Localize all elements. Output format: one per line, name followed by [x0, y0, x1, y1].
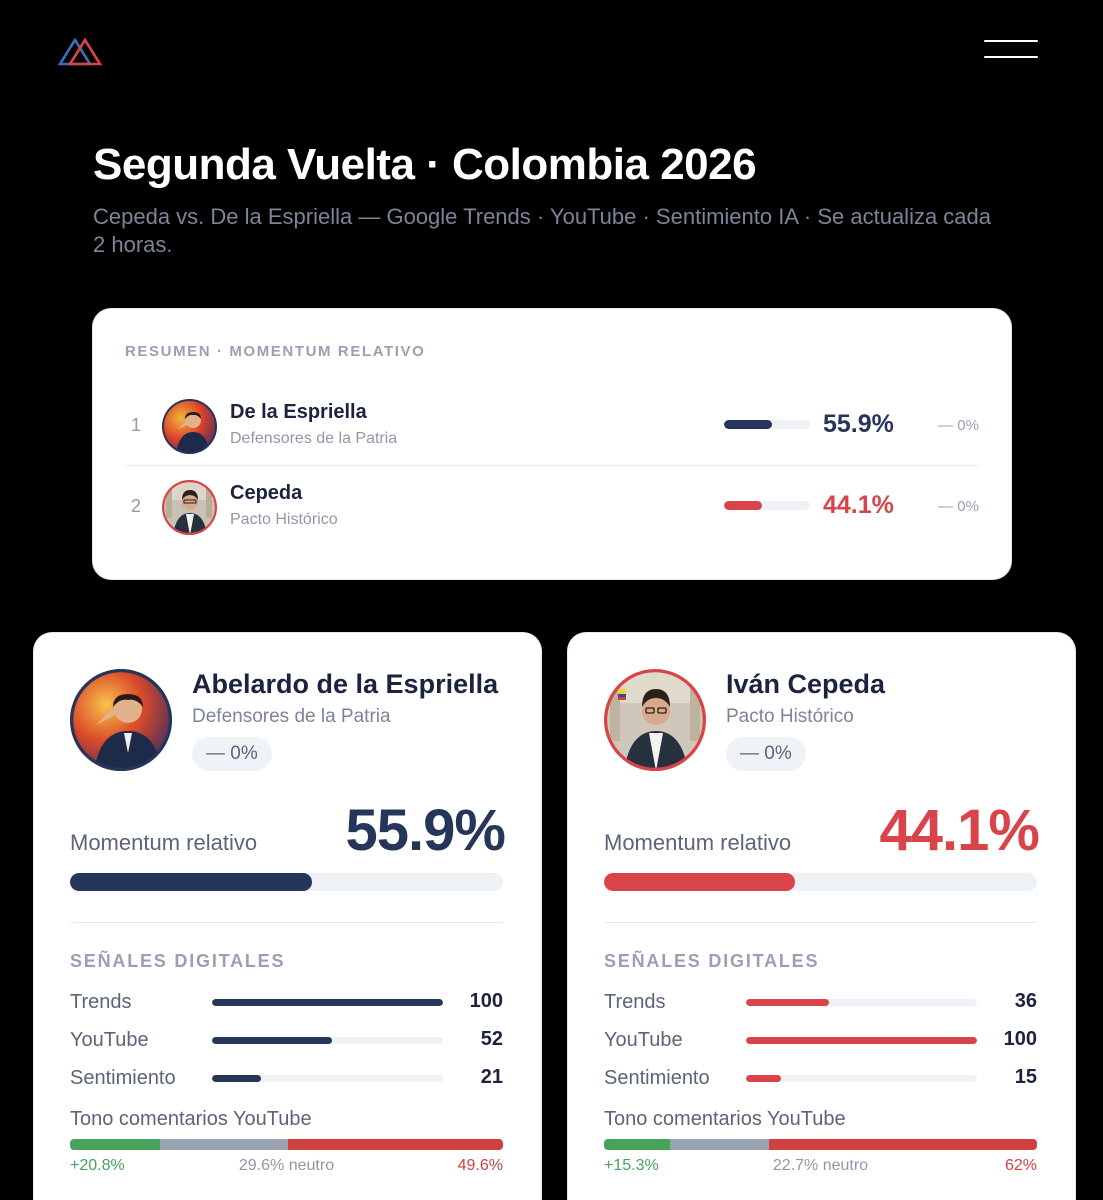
summary-row-espriella[interactable]: 1 De la Espriella Defensores de la Patri…: [125, 386, 979, 466]
candidate-avatar: [604, 669, 706, 771]
signals-heading: SEÑALES DIGITALES: [604, 951, 820, 971]
momentum-label: Momentum relativo: [70, 830, 258, 855]
candidate-party: Pacto Histórico: [726, 706, 854, 727]
momentum-bar: [604, 873, 1037, 891]
signal-label: YouTube: [70, 1029, 149, 1051]
top-bar: [0, 0, 1103, 110]
candidate-name: Abelardo de la Espriella: [192, 669, 499, 699]
candidate-name: Iván Cepeda: [726, 669, 886, 699]
signal-bar: [746, 999, 977, 1006]
tone-label: Tono comentarios YouTube: [70, 1108, 312, 1130]
signal-value: 21: [480, 1066, 503, 1088]
page-subtitle: Cepeda vs. De la Espriella — Google Tren…: [93, 204, 992, 257]
momentum-label: Momentum relativo: [604, 830, 792, 855]
tone-neutral: 29.6% neutro: [238, 1157, 335, 1174]
change-badge: — 0%: [726, 737, 806, 771]
summary-party: Defensores de la Patria: [230, 430, 398, 447]
signal-label: Trends: [604, 991, 666, 1013]
signal-value: 100: [1003, 1028, 1037, 1050]
signal-youtube: YouTube 100: [604, 1027, 1037, 1055]
divider: [70, 922, 503, 923]
momentum-bar: [70, 873, 503, 891]
tone-negative: 49.6%: [457, 1157, 503, 1174]
tone-label: Tono comentarios YouTube: [604, 1108, 846, 1130]
candidate-card-cepeda[interactable]: Iván Cepeda Pacto Histórico — 0% Momentu…: [568, 633, 1075, 1200]
avatar-espriella: [162, 399, 217, 454]
summary-momentum-bar: [724, 420, 810, 429]
signal-label: YouTube: [604, 1029, 683, 1051]
signal-bar: [212, 1037, 443, 1044]
summary-heading: RESUMEN · MOMENTUM RELATIVO: [125, 343, 426, 360]
divider: [604, 922, 1037, 923]
signal-sentimiento: Sentimiento 21: [70, 1065, 503, 1093]
signal-label: Sentimiento: [604, 1067, 710, 1089]
summary-change: — 0%: [938, 498, 979, 515]
tone-neutral-segment: [160, 1139, 289, 1150]
summary-percent: 44.1%: [823, 491, 894, 519]
summary-momentum-bar: [724, 501, 810, 510]
candidate-avatar: [70, 669, 172, 771]
summary-row-cepeda[interactable]: 2 Cepeda Pacto Histórico 44.1% — 0%: [125, 467, 979, 547]
tone-negative-segment: [768, 1139, 1037, 1150]
signal-bar: [746, 1075, 977, 1082]
tone-bar: [604, 1139, 1037, 1150]
momentum-value: 55.9%: [345, 798, 506, 863]
tone-negative: 62%: [1004, 1157, 1037, 1174]
tone-neutral: 22.7% neutro: [772, 1157, 869, 1174]
momentum-value: 44.1%: [879, 798, 1040, 863]
signal-value: 36: [1014, 990, 1037, 1012]
tone-positive-segment: [604, 1139, 671, 1150]
hamburger-menu-icon[interactable]: [984, 38, 1040, 60]
change-badge: — 0%: [192, 737, 272, 771]
signal-label: Sentimiento: [70, 1067, 176, 1089]
signal-trends: Trends 100: [70, 989, 503, 1017]
summary-rank: 1: [131, 415, 142, 435]
tone-neutral-segment: [670, 1139, 769, 1150]
tone-bar: [70, 1139, 503, 1150]
summary-rank: 2: [131, 496, 142, 516]
summary-card: RESUMEN · MOMENTUM RELATIVO 1 De la Espr…: [93, 309, 1011, 579]
summary-name: Cepeda: [230, 482, 303, 504]
tone-positive-segment: [70, 1139, 161, 1150]
signal-label: Trends: [70, 991, 132, 1013]
signal-value: 100: [469, 990, 503, 1012]
summary-party: Pacto Histórico: [230, 511, 338, 528]
summary-percent: 55.9%: [823, 410, 894, 438]
page-title: Segunda Vuelta · Colombia 2026: [93, 140, 757, 189]
signal-bar: [212, 1075, 443, 1082]
tone-negative-segment: [288, 1139, 503, 1150]
summary-name: De la Espriella: [230, 401, 367, 423]
signal-sentimiento: Sentimiento 15: [604, 1065, 1037, 1093]
signal-value: 15: [1014, 1066, 1037, 1088]
signal-youtube: YouTube 52: [70, 1027, 503, 1055]
triangle-logo-icon[interactable]: [56, 36, 104, 66]
candidate-party: Defensores de la Patria: [192, 706, 391, 727]
signal-bar: [212, 999, 443, 1006]
summary-change: — 0%: [938, 417, 979, 434]
candidate-card-espriella[interactable]: Abelardo de la Espriella Defensores de l…: [34, 633, 541, 1200]
avatar-cepeda: [162, 480, 217, 535]
signal-trends: Trends 36: [604, 989, 1037, 1017]
signal-value: 52: [480, 1028, 503, 1050]
signal-bar: [746, 1037, 977, 1044]
signals-heading: SEÑALES DIGITALES: [70, 951, 286, 971]
